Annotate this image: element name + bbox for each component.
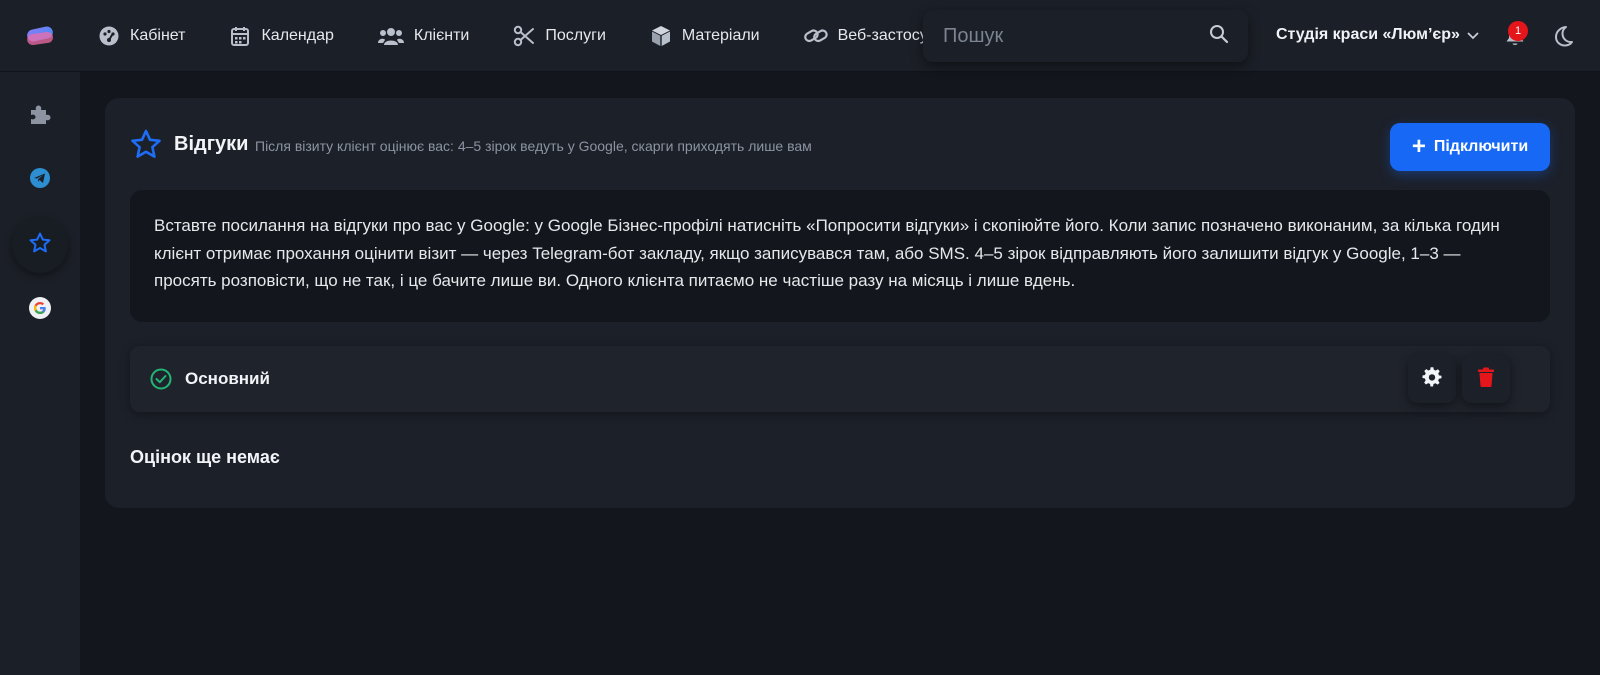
connect-button-label: Підключити <box>1433 138 1529 155</box>
star-icon <box>28 231 52 260</box>
nav-label: Матеріали <box>681 27 760 44</box>
page-subtitle: Після візиту клієнт оцінює вас: 4–5 зіро… <box>255 138 812 154</box>
dashboard-icon <box>98 25 120 47</box>
settings-button[interactable] <box>1408 355 1456 403</box>
nav-item-web-app[interactable]: Веб-застосунок <box>803 25 924 47</box>
box-icon <box>650 25 672 47</box>
telegram-icon <box>29 167 51 194</box>
google-icon <box>28 296 52 325</box>
link-icon <box>803 25 828 47</box>
nav-item-calendar[interactable]: Календар <box>229 25 334 47</box>
nav-label: Календар <box>261 27 334 44</box>
nav-label: Послуги <box>545 27 606 44</box>
main-nav: Кабінет Календар Клієнти Послуги Матеріа… <box>98 0 924 72</box>
notification-badge: 1 <box>1508 21 1528 41</box>
nav-label: Веб-застосунок <box>837 27 924 44</box>
integration-row: Основний <box>130 346 1550 412</box>
delete-button[interactable] <box>1462 355 1510 403</box>
info-text: Вставте посилання на відгуки про вас у G… <box>154 216 1500 290</box>
moon-icon[interactable] <box>1551 24 1575 48</box>
nav-item-materials[interactable]: Матеріали <box>650 25 760 47</box>
studio-selector[interactable]: Студія краси «Люм’єр» <box>1276 26 1480 44</box>
app-logo[interactable] <box>24 22 58 50</box>
users-icon <box>377 25 404 47</box>
nav-label: Кабінет <box>130 27 186 44</box>
sidebar-item-google[interactable] <box>12 282 68 338</box>
search-icon[interactable] <box>1209 24 1231 46</box>
empty-state-text: Оцінок ще немає <box>130 447 280 467</box>
gear-icon <box>1422 366 1442 392</box>
nav-item-clients[interactable]: Клієнти <box>377 25 470 47</box>
nav-item-services[interactable]: Послуги <box>513 25 606 47</box>
calendar-icon <box>229 25 251 47</box>
plus-icon: + <box>1411 133 1426 160</box>
nav-item-dashboard[interactable]: Кабінет <box>98 25 185 47</box>
search-box <box>923 10 1248 62</box>
sidebar-item-telegram[interactable] <box>12 152 68 208</box>
nav-label: Клієнти <box>413 27 470 44</box>
integration-name: Основний <box>185 369 270 388</box>
trash-icon <box>1477 367 1495 392</box>
scissors-icon <box>513 25 535 47</box>
check-circle-icon <box>150 368 172 390</box>
sidebar <box>0 72 80 675</box>
chevron-down-icon <box>1466 28 1480 42</box>
top-bar: Кабінет Календар Клієнти Послуги Матеріа… <box>0 0 1600 72</box>
sidebar-item-reviews[interactable] <box>12 217 68 273</box>
reviews-card: Відгуки Після візиту клієнт оцінює вас: … <box>105 98 1575 508</box>
info-panel: Вставте посилання на відгуки про вас у G… <box>130 190 1550 322</box>
sidebar-item-integrations[interactable] <box>12 88 68 144</box>
star-icon <box>129 128 163 162</box>
connect-button[interactable]: + Підключити <box>1390 123 1550 171</box>
page-title: Відгуки <box>174 133 249 155</box>
studio-name: Студія краси «Люм’єр» <box>1276 26 1460 43</box>
search-input[interactable] <box>923 10 1183 62</box>
puzzle-icon <box>28 102 52 131</box>
